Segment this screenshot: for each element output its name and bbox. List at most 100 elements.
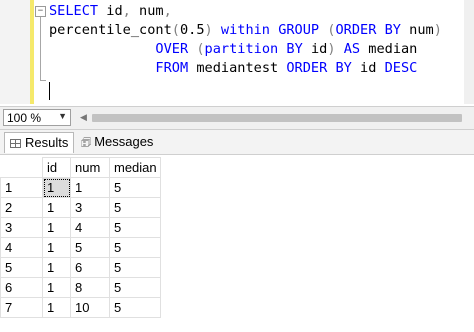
column-header-median[interactable]: median: [109, 157, 161, 178]
table-row[interactable]: 6185: [0, 277, 161, 298]
table-row[interactable]: 3145: [0, 217, 161, 238]
horizontal-scrollbar-thumb[interactable]: [92, 114, 462, 122]
table-row[interactable]: 1115: [0, 177, 161, 198]
row-number[interactable]: 5: [0, 257, 43, 278]
results-tab-strip: Results 🗊 Messages: [0, 130, 474, 155]
cell-num[interactable]: 6: [70, 257, 110, 278]
code-token: (: [171, 22, 180, 38]
grid-icon: [10, 139, 21, 148]
chevron-down-icon: ▼: [58, 111, 67, 121]
code-token: BY: [335, 60, 352, 76]
editor-vertical-scrollbar[interactable]: [464, 0, 474, 104]
zoom-dropdown[interactable]: 100 % ▼: [3, 109, 71, 126]
code-token: percentile_cont: [49, 22, 172, 38]
code-token: ORDER: [335, 22, 377, 38]
cell-median[interactable]: 5: [109, 297, 161, 318]
code-token: partition: [204, 41, 279, 57]
cell-num[interactable]: 8: [70, 277, 110, 298]
code-token: median: [360, 41, 418, 57]
message-icon: 🗊: [81, 137, 92, 149]
cell-median[interactable]: 5: [109, 257, 161, 278]
zoom-value: 100 %: [7, 111, 42, 125]
table-row[interactable]: 7 1 10 5: [0, 297, 161, 318]
outline-fold-end: [40, 80, 46, 81]
code-line[interactable]: OVER (partition BY id) AS median: [49, 40, 442, 59]
row-number[interactable]: 4: [0, 237, 43, 258]
code-token: within: [220, 22, 270, 38]
cell-id[interactable]: 1: [42, 257, 71, 278]
cell-median[interactable]: 5: [109, 177, 161, 198]
code-token: OVER: [155, 41, 189, 57]
cell-median[interactable]: 5: [109, 197, 161, 218]
column-header-id[interactable]: id: [42, 157, 71, 178]
cell-num[interactable]: 1: [70, 177, 110, 198]
cell-median[interactable]: 5: [109, 217, 161, 238]
row-number[interactable]: 3: [0, 217, 43, 238]
code-token: ORDER: [286, 60, 328, 76]
zoom-bar: 100 % ▼ ◀: [0, 106, 474, 130]
table-row[interactable]: 5165: [0, 257, 161, 278]
collapse-icon[interactable]: −: [35, 6, 46, 17]
cell-id[interactable]: 1: [42, 197, 71, 218]
code-token: AS: [343, 41, 361, 57]
row-number[interactable]: 7: [0, 297, 43, 318]
code-token: 0.5: [179, 22, 205, 38]
cell-num[interactable]: 4: [70, 217, 110, 238]
cell-id[interactable]: 1: [42, 237, 71, 258]
code-token: ,: [122, 3, 131, 19]
sql-code[interactable]: SELECT id, num, percentile_cont(0.5) with…: [49, 2, 442, 78]
code-token: (: [196, 41, 205, 57]
code-token: ): [433, 22, 442, 38]
code-token: mediantest: [188, 60, 287, 76]
code-token: FROM: [155, 60, 189, 76]
tab-messages[interactable]: 🗊 Messages: [78, 132, 160, 153]
column-header-num[interactable]: num: [70, 157, 110, 178]
scroll-left-icon[interactable]: ◀: [80, 112, 87, 123]
code-token: BY: [384, 22, 401, 38]
row-number[interactable]: 6: [0, 277, 43, 298]
code-token: id: [98, 3, 123, 19]
cell-median[interactable]: 5: [109, 277, 161, 298]
query-editor[interactable]: − SELECT id, num, percentile_cont(0.5) wi…: [0, 0, 474, 104]
code-token: DESC: [384, 60, 418, 76]
code-token: GROUP: [278, 22, 320, 38]
results-table: id num median 11152135314541555165618571…: [0, 157, 161, 318]
code-token: id: [302, 41, 328, 57]
cell-num[interactable]: 5: [70, 237, 110, 258]
table-row[interactable]: 4155: [0, 237, 161, 258]
cell-id[interactable]: 1: [42, 217, 71, 238]
code-line[interactable]: FROM mediantest ORDER BY id DESC: [49, 59, 442, 78]
cell-median[interactable]: 5: [109, 237, 161, 258]
code-line[interactable]: percentile_cont(0.5) within GROUP (ORDER…: [49, 21, 442, 40]
row-number[interactable]: 1: [0, 177, 43, 198]
grid-corner[interactable]: [0, 157, 43, 178]
text-caret: [49, 82, 50, 100]
cell-id[interactable]: 1: [42, 177, 71, 198]
table-row[interactable]: 2135: [0, 197, 161, 218]
cell-id[interactable]: 1: [42, 277, 71, 298]
outline-fold-line: [40, 17, 41, 81]
tab-results-label: Results: [25, 135, 69, 150]
code-token: BY: [286, 41, 303, 57]
code-token: num: [400, 22, 434, 38]
tab-results[interactable]: Results: [4, 132, 74, 153]
code-token: ): [327, 41, 336, 57]
code-token: SELECT: [49, 3, 99, 19]
code-token: ): [204, 22, 213, 38]
tab-messages-label: Messages: [94, 134, 154, 149]
row-number[interactable]: 2: [0, 197, 43, 218]
code-token: num: [130, 3, 164, 19]
code-token: id: [351, 60, 385, 76]
cell-num[interactable]: 10: [70, 297, 110, 318]
cell-num[interactable]: 3: [70, 197, 110, 218]
code-line[interactable]: SELECT id, num,: [49, 2, 442, 21]
cell-id[interactable]: 1: [42, 297, 71, 318]
code-token: ,: [163, 3, 172, 19]
results-grid[interactable]: id num median 11152135314541555165618571…: [0, 155, 474, 332]
